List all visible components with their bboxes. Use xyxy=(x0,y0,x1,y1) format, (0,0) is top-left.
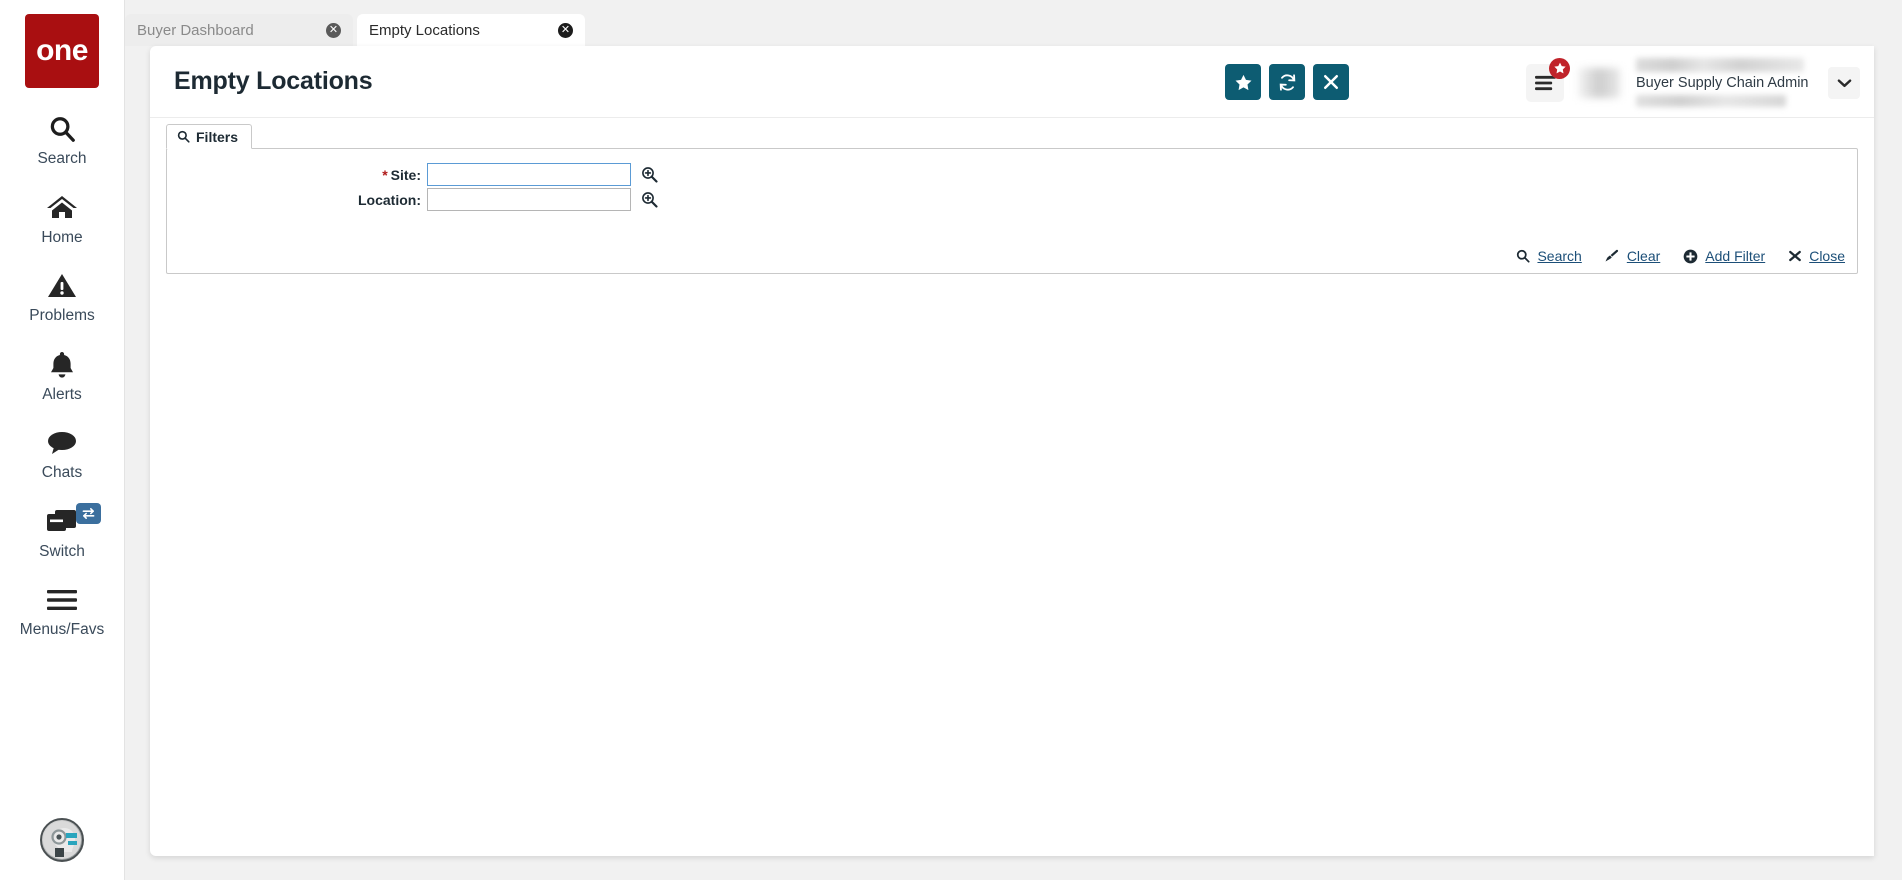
bell-icon xyxy=(48,348,76,382)
favorite-button[interactable] xyxy=(1225,64,1261,100)
refresh-icon xyxy=(1278,73,1297,92)
filter-row-location: Location: xyxy=(167,188,658,211)
swap-arrows-icon xyxy=(81,507,96,520)
tab-label: Buyer Dashboard xyxy=(137,21,254,39)
user-info: Buyer Supply Chain Admin xyxy=(1636,58,1814,108)
tab-empty-locations[interactable]: Empty Locations ✕ xyxy=(357,14,585,48)
required-indicator: * xyxy=(382,166,388,183)
user-name xyxy=(1636,58,1804,72)
site-lookup-button[interactable] xyxy=(640,166,658,184)
main-content-card: Empty Locations Buyer Supply Chain Admin… xyxy=(150,46,1874,856)
magnifier-plus-icon xyxy=(641,191,658,208)
brush-icon xyxy=(1605,249,1620,263)
swap-arrows-badge[interactable] xyxy=(75,502,101,524)
search-icon xyxy=(1516,249,1531,263)
site-input[interactable] xyxy=(427,163,631,186)
sidebar-item-menus-favs[interactable]: Menus/Favs xyxy=(0,583,125,638)
clear-link-label: Clear xyxy=(1626,248,1661,264)
hamburger-icon xyxy=(46,583,78,617)
clear-link[interactable]: Clear xyxy=(1605,248,1660,264)
close-circle-icon[interactable]: ✕ xyxy=(558,22,573,38)
site-label-text: Site: xyxy=(390,166,421,183)
search-link[interactable]: Search xyxy=(1516,248,1582,264)
sidebar-item-label: Home xyxy=(41,228,83,246)
magnifier-plus-icon xyxy=(641,166,658,183)
x-icon xyxy=(1323,74,1339,90)
assistant-avatar-icon[interactable] xyxy=(40,818,84,862)
location-label-text: Location: xyxy=(358,191,421,208)
location-lookup-button[interactable] xyxy=(640,191,658,209)
location-input[interactable] xyxy=(427,188,631,211)
tab-buyer-dashboard[interactable]: Buyer Dashboard ✕ xyxy=(125,14,353,46)
avatar xyxy=(1578,67,1620,98)
tab-bar: Buyer Dashboard ✕ Empty Locations ✕ xyxy=(125,0,1902,48)
sidebar-item-problems[interactable]: Problems xyxy=(0,269,125,324)
close-button[interactable] xyxy=(1313,64,1349,100)
star-icon xyxy=(1553,62,1566,74)
filters-tab[interactable]: Filters xyxy=(166,124,253,149)
plus-circle-icon xyxy=(1683,249,1698,264)
close-link[interactable]: Close xyxy=(1788,248,1845,264)
user-organization xyxy=(1636,95,1786,108)
one-network-logo[interactable]: one xyxy=(25,14,99,88)
site-field-label: * Site: xyxy=(167,167,427,183)
logo-text: one xyxy=(36,34,88,67)
sidebar-item-home[interactable]: Home xyxy=(0,191,125,246)
add-filter-link-label: Add Filter xyxy=(1705,248,1766,264)
search-icon xyxy=(47,112,77,146)
sidebar-item-label: Search xyxy=(37,150,87,167)
home-icon xyxy=(46,191,78,225)
filters-tab-label: Filters xyxy=(196,128,239,145)
chat-bubble-icon xyxy=(46,426,78,460)
star-icon xyxy=(1235,74,1252,91)
page-header: Empty Locations Buyer Supply Chain Admin xyxy=(150,46,1874,118)
tab-label: Empty Locations xyxy=(369,21,480,39)
menus-favorites-button[interactable] xyxy=(1526,57,1570,102)
refresh-button[interactable] xyxy=(1269,64,1305,100)
sidebar-item-label: Chats xyxy=(41,464,83,481)
sidebar-item-search[interactable]: Search xyxy=(0,112,125,167)
sidebar-item-switch[interactable]: Switch xyxy=(0,502,125,560)
user-menu-toggle[interactable] xyxy=(1828,66,1860,99)
user-role: Buyer Supply Chain Admin xyxy=(1636,75,1809,91)
filter-row-site: * Site: xyxy=(167,163,658,186)
sidebar-item-chats[interactable]: Chats xyxy=(0,426,125,481)
application-root: one Search Home Problems Alerts Chats Sw… xyxy=(0,0,1902,880)
sidebar-item-label: Alerts xyxy=(42,385,82,403)
close-circle-icon[interactable]: ✕ xyxy=(326,22,341,38)
left-sidebar: one Search Home Problems Alerts Chats Sw… xyxy=(0,0,125,880)
favorites-badge xyxy=(1549,57,1570,79)
chevron-down-icon xyxy=(1837,78,1852,88)
search-icon xyxy=(177,130,190,143)
add-filter-link[interactable]: Add Filter xyxy=(1683,248,1765,264)
sidebar-item-alerts[interactable]: Alerts xyxy=(0,348,125,403)
filters-panel: Filters * Site: Location: Search Clear A… xyxy=(166,124,1858,274)
header-user-area: Buyer Supply Chain Admin xyxy=(1526,57,1860,108)
page-title: Empty Locations xyxy=(174,67,373,95)
sidebar-item-label: Switch xyxy=(39,542,85,560)
hamburger-icon xyxy=(1534,75,1556,91)
filter-action-links: Search Clear Add Filter Close xyxy=(1516,248,1845,264)
warning-triangle-icon xyxy=(47,269,77,303)
sidebar-item-label: Problems xyxy=(29,307,95,324)
x-icon xyxy=(1788,249,1802,263)
header-action-buttons xyxy=(1225,64,1349,100)
sidebar-item-label: Menus/Favs xyxy=(19,621,105,638)
close-link-label: Close xyxy=(1809,248,1845,264)
search-link-label: Search xyxy=(1537,248,1582,264)
location-field-label: Location: xyxy=(167,192,427,208)
windows-stack-icon xyxy=(46,505,78,539)
